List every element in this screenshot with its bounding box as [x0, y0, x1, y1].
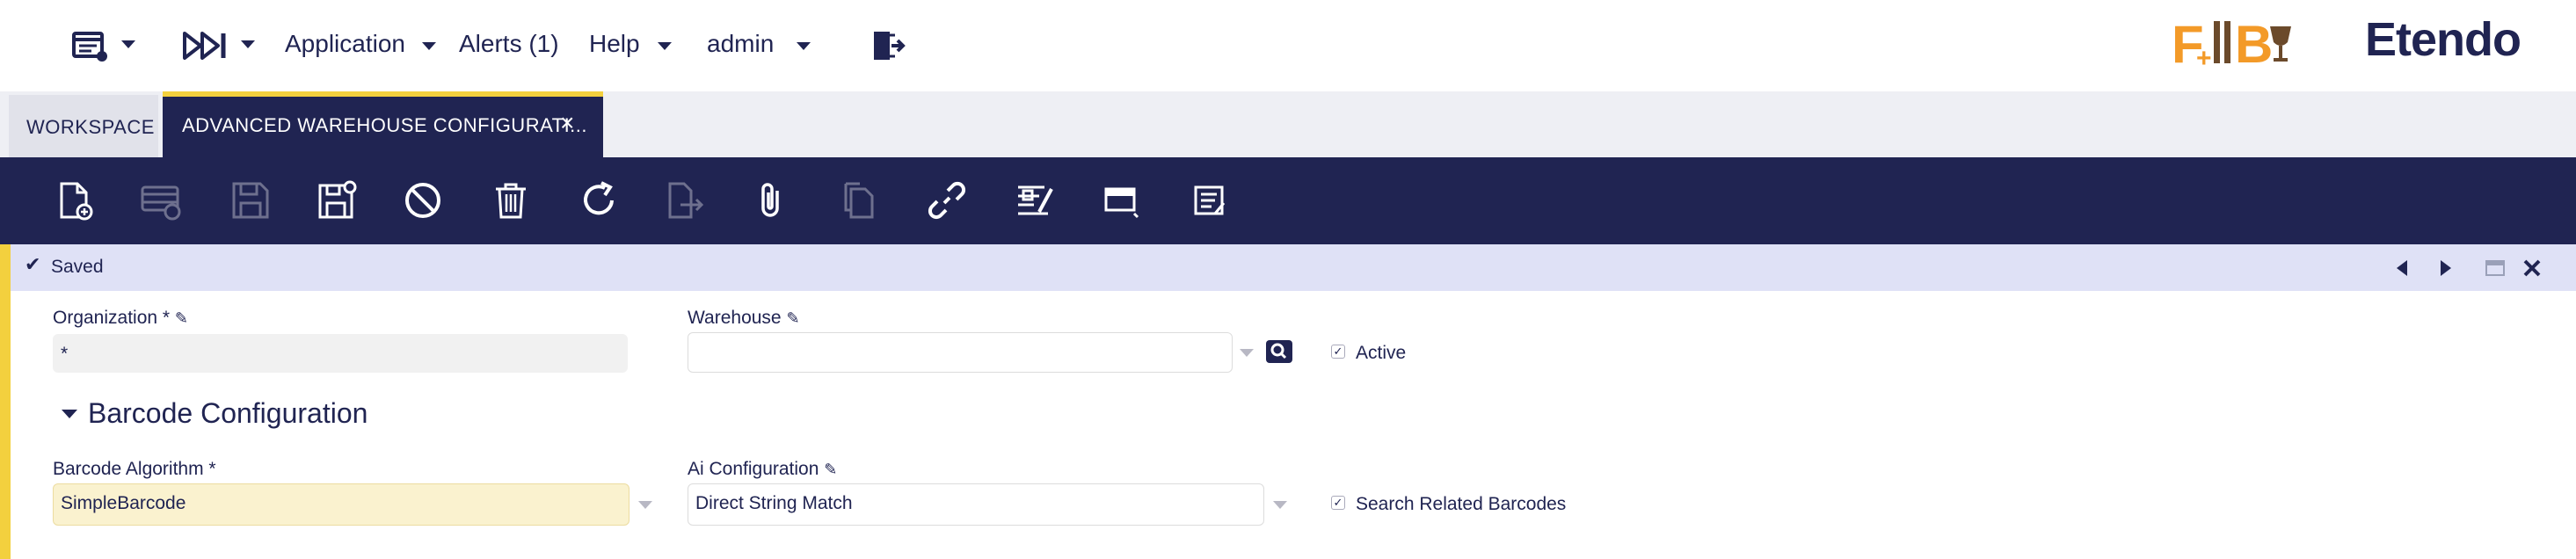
status-text: Saved	[51, 257, 104, 277]
organization-label: Organization * ✎	[53, 308, 189, 328]
pencil-icon: ✎	[824, 461, 838, 478]
etendo-logo: Etendo	[2365, 13, 2521, 66]
link-button[interactable]	[927, 180, 967, 221]
save-button[interactable]	[230, 180, 271, 221]
organization-field[interactable]: *	[53, 334, 628, 373]
notes-button[interactable]	[1189, 180, 1229, 221]
cancel-icon	[405, 183, 440, 218]
status-bar: ✔ Saved	[11, 244, 2576, 291]
chevron-down-icon[interactable]	[422, 42, 436, 50]
chevron-down-icon	[241, 40, 255, 48]
trash-icon	[496, 183, 526, 219]
ai-configuration-select[interactable]: Direct String Match	[688, 483, 1264, 526]
chevron-down-icon[interactable]	[638, 501, 652, 509]
delete-button[interactable]	[491, 180, 531, 221]
export-icon	[668, 182, 704, 219]
check-icon: ✔	[25, 253, 41, 275]
search-icon	[1270, 343, 1287, 359]
warehouse-label: Warehouse ✎	[688, 308, 800, 328]
notes-icon	[1194, 185, 1226, 215]
tab-label: ADVANCED WAREHOUSE CONFIGURATI...	[182, 114, 588, 136]
new-window-menu[interactable]	[70, 26, 141, 65]
window-list-icon	[72, 32, 107, 62]
application-menu[interactable]: Application	[285, 30, 405, 58]
audit-icon	[1018, 185, 1053, 215]
tab-advanced-warehouse-configuration[interactable]: ADVANCED WAREHOUSE CONFIGURATI... ×	[163, 91, 603, 157]
save-close-icon	[318, 180, 357, 219]
new-row-icon	[141, 185, 181, 221]
new-row-button[interactable]	[141, 180, 181, 221]
link-icon	[928, 181, 966, 220]
copy-icon	[844, 182, 874, 219]
paperclip-icon	[761, 183, 779, 217]
undo-button[interactable]	[403, 180, 443, 221]
toolbar	[0, 157, 2576, 244]
user-menu[interactable]: admin	[707, 30, 774, 58]
ai-configuration-label: Ai Configuration ✎	[688, 459, 838, 479]
maximize-icon[interactable]	[2485, 258, 2506, 278]
tab-workspace[interactable]: WORKSPACE	[9, 95, 158, 157]
active-checkbox[interactable]: ✓	[1331, 345, 1345, 359]
chevron-down-icon	[121, 40, 135, 48]
alerts-link[interactable]: Alerts (1)	[459, 30, 559, 58]
left-accent-stripe	[0, 244, 11, 559]
pencil-icon: ✎	[174, 309, 189, 327]
logout-icon[interactable]	[870, 28, 906, 63]
barcode-algorithm-select[interactable]: SimpleBarcode	[53, 483, 629, 526]
section-title: Barcode Configuration	[88, 397, 368, 429]
quick-launch-menu[interactable]	[183, 26, 257, 65]
fast-forward-icon	[183, 32, 226, 60]
top-navigation: Application Alerts (1) Help admin F + B …	[0, 0, 2576, 91]
chevron-down-icon[interactable]	[1240, 349, 1254, 357]
new-document-icon	[60, 182, 93, 221]
attachment-button[interactable]	[751, 180, 791, 221]
form-view-icon	[1104, 187, 1139, 219]
save-icon	[232, 182, 269, 219]
export-button[interactable]	[665, 180, 705, 221]
audit-trail-button[interactable]	[1015, 180, 1055, 221]
fb-logo: F + B	[2172, 15, 2291, 74]
search-button[interactable]	[1266, 340, 1292, 363]
search-related-barcodes-checkbox[interactable]: ✓	[1331, 496, 1345, 510]
chevron-down-icon[interactable]	[658, 42, 672, 50]
chevron-down-icon[interactable]	[1273, 501, 1287, 509]
svg-text:B: B	[2235, 15, 2273, 74]
tab-label: WORKSPACE	[26, 116, 155, 138]
next-record-icon[interactable]	[2435, 258, 2455, 278]
help-menu[interactable]: Help	[589, 30, 640, 58]
close-icon[interactable]: ×	[560, 109, 574, 137]
grid-view-button[interactable]	[1102, 180, 1143, 221]
pencil-icon: ✎	[786, 309, 800, 327]
refresh-button[interactable]	[579, 180, 619, 221]
search-related-barcodes-label: Search Related Barcodes	[1356, 494, 1567, 514]
refresh-icon	[584, 181, 614, 215]
new-record-button[interactable]	[55, 180, 95, 221]
close-icon[interactable]	[2521, 258, 2543, 279]
clone-button[interactable]	[839, 180, 879, 221]
barcode-algorithm-label: Barcode Algorithm *	[53, 459, 216, 479]
chevron-down-icon	[62, 410, 77, 418]
svg-text:+: +	[2196, 44, 2212, 73]
warehouse-field[interactable]	[688, 332, 1233, 373]
previous-record-icon[interactable]	[2393, 258, 2412, 278]
active-label: Active	[1356, 343, 1407, 363]
chevron-down-icon[interactable]	[797, 42, 811, 50]
save-and-close-button[interactable]	[317, 180, 357, 221]
